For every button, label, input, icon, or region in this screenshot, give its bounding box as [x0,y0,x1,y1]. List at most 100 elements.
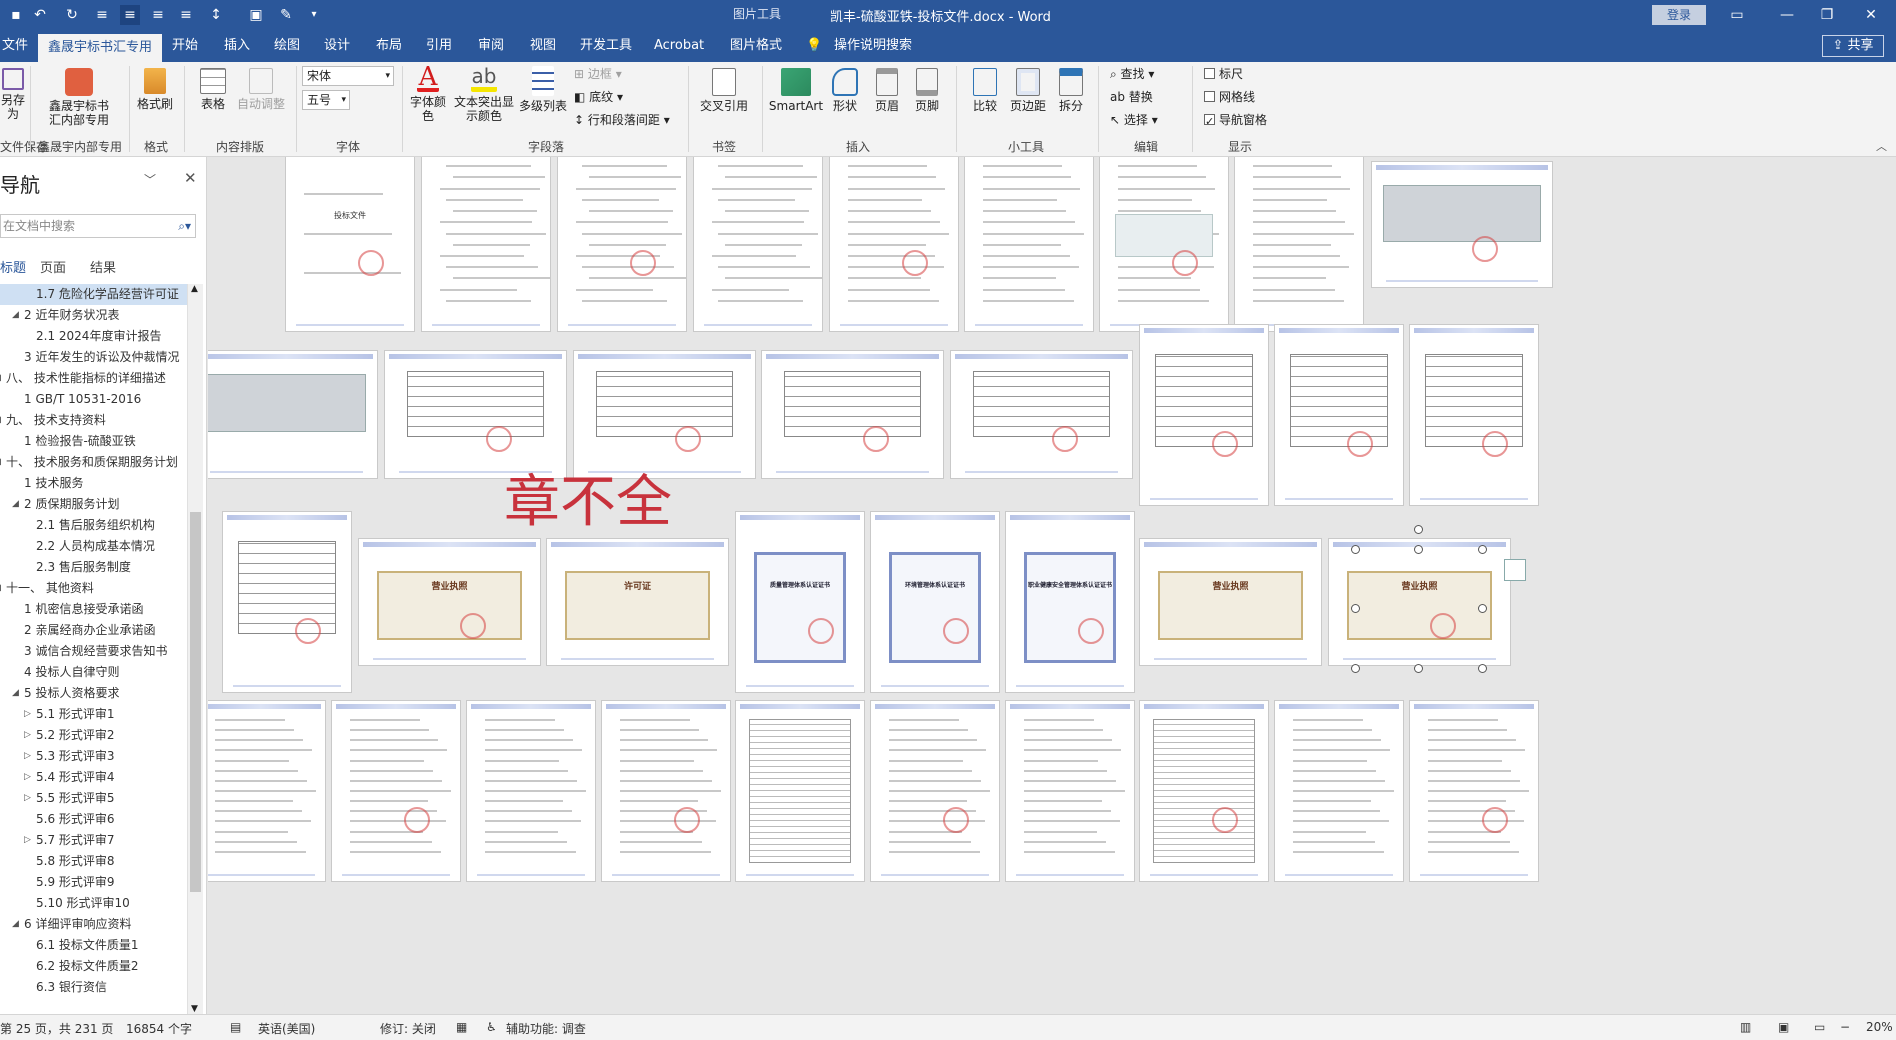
expand-icon[interactable]: ▷ [24,746,31,767]
page-thumbnail[interactable]: 环境管理体系认证证书 [870,511,1000,693]
customize-toolbar-icon[interactable]: ▾ [304,5,324,25]
expand-icon[interactable]: ▷ [24,767,31,788]
close-icon[interactable]: ✕ [1856,4,1886,26]
close-icon[interactable]: ✕ [184,169,197,187]
footer-button[interactable]: 页脚 [910,68,944,113]
save-icon[interactable]: ▪ [6,5,26,25]
page-thumbnail[interactable]: 投标文件 [285,157,415,332]
tab-acrobat[interactable]: Acrobat [654,30,704,62]
print-layout-icon[interactable]: ▣ [1778,1020,1789,1034]
document-area[interactable]: 投标文件 营业执照 许可证 质量管理体系认证证书 环境管理体系认证证书 职业健康安全管理体… [208,157,1896,1014]
justify-icon[interactable]: ≡ [176,5,196,25]
page-thumbnail[interactable] [1409,324,1539,506]
nav-heading-item[interactable]: 2.1 售后服务组织机构 [0,515,187,536]
format-painter-icon[interactable]: ✎ [276,5,296,25]
split-button[interactable]: 拆分 [1054,68,1088,113]
table-button[interactable]: 表格 [196,68,230,111]
resize-handle[interactable] [1478,604,1487,613]
tab-file[interactable]: 文件 [2,30,28,62]
page-thumbnail[interactable] [1274,324,1404,506]
nav-heading-item[interactable]: 6.1 投标文件质量1 [0,935,187,956]
resize-handle[interactable] [1414,545,1423,554]
page-thumbnail[interactable] [331,700,461,882]
nav-heading-item[interactable]: ▷ 5.1 形式评审1 [0,704,187,725]
page-thumbnail[interactable] [1139,700,1269,882]
resize-handle[interactable] [1351,545,1360,554]
page-thumbnail[interactable] [870,700,1000,882]
nav-scroll-thumb[interactable] [190,512,201,892]
nav-heading-item[interactable]: ▷ 5.4 形式评审4 [0,767,187,788]
nav-tab-headings[interactable]: 标题 [0,257,26,276]
collapse-icon[interactable]: ◢ [12,494,19,515]
expand-icon[interactable]: ▷ [24,830,31,851]
collapse-icon[interactable]: ◢ [0,368,1,389]
page-thumbnail[interactable] [829,157,959,332]
align-center-icon[interactable]: ≡ [120,5,140,25]
page-thumbnail[interactable] [421,157,551,332]
minimize-icon[interactable]: — [1772,4,1802,26]
line-spacing-button[interactable]: ↕ 行和段落间距 ▾ [574,110,670,130]
nav-heading-item[interactable]: 6.3 银行资信 [0,977,187,998]
nav-heading-item[interactable]: 5.10 形式评审10 [0,893,187,914]
restore-icon[interactable]: ❐ [1812,4,1842,26]
chevron-down-icon[interactable]: ﹀ [144,171,156,188]
compare-button[interactable]: 比较 [968,68,1002,113]
page-thumbnail[interactable] [1234,157,1364,332]
nav-heading-item[interactable]: 1 技术服务 [0,473,187,494]
zoom-out-icon[interactable]: − [1840,1020,1850,1034]
font-size-select[interactable]: 五号 ▾ [302,90,350,110]
nav-search-input[interactable]: 在文档中搜索 ⌕▾ [0,214,196,238]
nav-heading-item[interactable]: 2 亲属经商办企业承诺函 [0,620,187,641]
xsy-internal-button[interactable]: 鑫晟宇标书 汇内部专用 [44,68,114,127]
font-color-button[interactable]: A 字体颜 色 [408,64,448,123]
scroll-down-icon[interactable]: ▼ [191,1004,198,1014]
format-painter-button[interactable]: 格式刷 [136,68,174,111]
nav-heading-item[interactable]: ◢ 5 投标人资格要求 [0,683,187,704]
tab-design[interactable]: 设计 [324,30,350,62]
nav-heading-item[interactable]: 1 GB/T 10531-2016 [0,389,187,410]
align-right-icon[interactable]: ≡ [148,5,168,25]
collapse-ribbon-icon[interactable]: ︿ [1876,138,1887,154]
resize-handle[interactable] [1414,664,1423,673]
page-thumbnail[interactable]: 营业执照 [358,538,541,666]
nav-heading-item[interactable]: 1 机密信息接受承诺函 [0,599,187,620]
shapes-button[interactable]: 形状 [828,68,862,113]
tab-home[interactable]: 开始 [172,30,198,62]
page-thumbnail[interactable] [466,700,596,882]
collapse-icon[interactable]: ◢ [0,452,1,473]
accessibility-icon[interactable]: ♿ [486,1020,497,1034]
nav-heading-item[interactable]: 4 投标人自律守则 [0,662,187,683]
line-spacing-icon[interactable]: ↕ [206,5,226,25]
nav-heading-item[interactable]: ◢ 2 近年财务状况表 [0,305,187,326]
nav-heading-item[interactable]: 6.2 投标文件质量2 [0,956,187,977]
margins-button[interactable]: 页边距 [1008,68,1048,113]
collapse-icon[interactable]: ◢ [12,914,19,935]
page-thumbnail[interactable] [557,157,687,332]
tab-references[interactable]: 引用 [426,30,452,62]
page-thumbnail[interactable] [693,157,823,332]
smartart-button[interactable]: SmartArt [766,68,826,113]
tell-me-search[interactable]: 操作说明搜索 [834,30,912,62]
page-thumbnail[interactable]: 营业执照 [1139,538,1322,666]
ruler-checkbox[interactable]: 标尺 [1204,64,1243,84]
highlight-button[interactable]: ab 文本突出显 示颜色 [452,66,516,123]
nav-heading-item[interactable]: 3 近年发生的诉讼及仲裁情况 [0,347,187,368]
tab-xsy[interactable]: 鑫晟宇标书汇专用 [38,34,163,62]
page-thumbnail[interactable]: 职业健康安全管理体系认证证书 [1005,511,1135,693]
page-thumbnail[interactable] [1274,700,1404,882]
nav-heading-item[interactable]: 5.9 形式评审9 [0,872,187,893]
rotate-handle[interactable] [1414,525,1423,534]
page-thumbnail[interactable] [1099,157,1229,332]
nav-heading-item[interactable]: 5.8 形式评审8 [0,851,187,872]
lightbulb-icon[interactable]: 💡 [806,30,822,62]
border-button[interactable]: ⊞ 边框 ▾ [574,64,622,84]
page-thumbnail[interactable] [950,350,1133,479]
collapse-icon[interactable]: ◢ [12,305,19,326]
page-thumbnail[interactable] [1005,700,1135,882]
resize-handle[interactable] [1351,604,1360,613]
expand-icon[interactable]: ▷ [24,704,31,725]
nav-tab-results[interactable]: 结果 [90,257,116,276]
collapse-icon[interactable]: ◢ [12,683,19,704]
nav-heading-item[interactable]: 2.1 2024年度审计报告 [0,326,187,347]
ribbon-display-icon[interactable]: ▭ [1722,4,1752,26]
